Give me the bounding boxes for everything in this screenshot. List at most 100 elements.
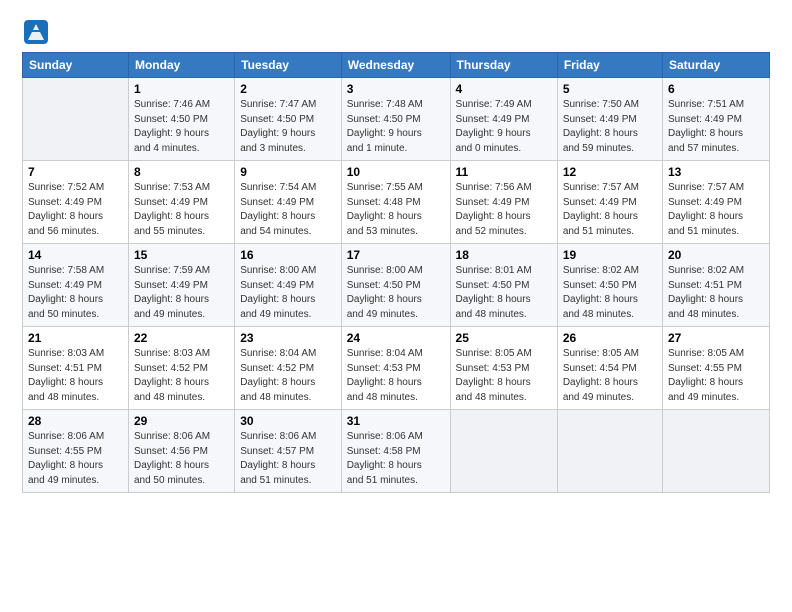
day-number: 9 [240,165,336,179]
calendar-cell: 12 Sunrise: 7:57 AMSunset: 4:49 PMDayligh… [557,161,662,244]
day-number: 28 [28,414,123,428]
day-number: 20 [668,248,764,262]
day-number: 30 [240,414,336,428]
calendar-header: SundayMondayTuesdayWednesdayThursdayFrid… [23,53,770,78]
calendar-cell: 31 Sunrise: 8:06 AMSunset: 4:58 PMDayligh… [341,410,450,493]
day-number: 18 [456,248,552,262]
calendar-cell: 18Sunrise: 8:01 AMSunset: 4:50 PMDayligh… [450,244,557,327]
day-number: 11 [456,165,552,179]
calendar-cell [450,410,557,493]
day-number: 24 [347,331,445,345]
day-detail: Sunrise: 7:57 AMSunset: 4:49 PMDaylight:… [563,181,657,239]
day-detail: Sunrise: 8:04 AMSunset: 4:52 PMDaylight:… [240,347,336,405]
day-number: 22 [134,331,229,345]
day-number: 16 [240,248,336,262]
weekday-header-saturday: Saturday [662,53,769,78]
day-detail: Sunrise: 7:51 AMSunset: 4:49 PMDaylight:… [668,98,764,156]
day-detail: Sunrise: 7:46 AMSunset: 4:50 PMDaylight:… [134,98,229,156]
day-detail: Sunrise: 8:06 AMSunset: 4:55 PMDaylight:… [28,430,123,488]
day-detail: Sunrise: 8:00 AMSunset: 4:49 PMDaylight:… [240,264,336,322]
day-detail: Sunrise: 8:06 AMSunset: 4:58 PMDaylight:… [347,430,445,488]
day-number: 23 [240,331,336,345]
weekday-header-friday: Friday [557,53,662,78]
day-number: 17 [347,248,445,262]
day-detail: Sunrise: 8:02 AMSunset: 4:51 PMDaylight:… [668,264,764,322]
calendar-page: SundayMondayTuesdayWednesdayThursdayFrid… [0,0,792,503]
day-number: 26 [563,331,657,345]
logo [22,18,54,46]
day-detail: Sunrise: 7:50 AMSunset: 4:49 PMDaylight:… [563,98,657,156]
calendar-cell [23,78,129,161]
day-number: 10 [347,165,445,179]
calendar-cell: 24Sunrise: 8:04 AMSunset: 4:53 PMDayligh… [341,327,450,410]
calendar-cell: 26 Sunrise: 8:05 AMSunset: 4:54 PMDayligh… [557,327,662,410]
day-number: 14 [28,248,123,262]
calendar-body: 1 Sunrise: 7:46 AMSunset: 4:50 PMDaylight… [23,78,770,493]
calendar-cell: 11 Sunrise: 7:56 AMSunset: 4:49 PMDayligh… [450,161,557,244]
day-detail: Sunrise: 7:52 AMSunset: 4:49 PMDaylight:… [28,181,123,239]
calendar-cell: 28 Sunrise: 8:06 AMSunset: 4:55 PMDayligh… [23,410,129,493]
day-detail: Sunrise: 8:03 AMSunset: 4:51 PMDaylight:… [28,347,123,405]
calendar-cell [557,410,662,493]
calendar-cell: 2 Sunrise: 7:47 AMSunset: 4:50 PMDaylight… [235,78,342,161]
day-number: 8 [134,165,229,179]
weekday-header-row: SundayMondayTuesdayWednesdayThursdayFrid… [23,53,770,78]
day-detail: Sunrise: 8:02 AMSunset: 4:50 PMDaylight:… [563,264,657,322]
calendar-cell: 6 Sunrise: 7:51 AMSunset: 4:49 PMDaylight… [662,78,769,161]
day-number: 21 [28,331,123,345]
week-row-1: 7 Sunrise: 7:52 AMSunset: 4:49 PMDaylight… [23,161,770,244]
day-detail: Sunrise: 7:57 AMSunset: 4:49 PMDaylight:… [668,181,764,239]
day-number: 27 [668,331,764,345]
day-detail: Sunrise: 8:05 AMSunset: 4:54 PMDaylight:… [563,347,657,405]
calendar-cell [662,410,769,493]
calendar-cell: 21 Sunrise: 8:03 AMSunset: 4:51 PMDayligh… [23,327,129,410]
calendar-cell: 8 Sunrise: 7:53 AMSunset: 4:49 PMDaylight… [128,161,234,244]
day-detail: Sunrise: 8:00 AMSunset: 4:50 PMDaylight:… [347,264,445,322]
calendar-cell: 16 Sunrise: 8:00 AMSunset: 4:49 PMDayligh… [235,244,342,327]
day-detail: Sunrise: 8:06 AMSunset: 4:57 PMDaylight:… [240,430,336,488]
week-row-2: 14 Sunrise: 7:58 AMSunset: 4:49 PMDayligh… [23,244,770,327]
day-number: 19 [563,248,657,262]
calendar-cell: 9 Sunrise: 7:54 AMSunset: 4:49 PMDaylight… [235,161,342,244]
calendar-cell: 5 Sunrise: 7:50 AMSunset: 4:49 PMDaylight… [557,78,662,161]
weekday-header-monday: Monday [128,53,234,78]
calendar-cell: 14 Sunrise: 7:58 AMSunset: 4:49 PMDayligh… [23,244,129,327]
calendar-cell: 13 Sunrise: 7:57 AMSunset: 4:49 PMDayligh… [662,161,769,244]
day-detail: Sunrise: 7:47 AMSunset: 4:50 PMDaylight:… [240,98,336,156]
weekday-header-tuesday: Tuesday [235,53,342,78]
day-number: 29 [134,414,229,428]
logo-icon [22,18,50,46]
day-number: 2 [240,82,336,96]
day-number: 15 [134,248,229,262]
day-detail: Sunrise: 7:54 AMSunset: 4:49 PMDaylight:… [240,181,336,239]
week-row-4: 28 Sunrise: 8:06 AMSunset: 4:55 PMDayligh… [23,410,770,493]
day-detail: Sunrise: 7:59 AMSunset: 4:49 PMDaylight:… [134,264,229,322]
day-number: 6 [668,82,764,96]
calendar-cell: 27Sunrise: 8:05 AMSunset: 4:55 PMDayligh… [662,327,769,410]
day-number: 7 [28,165,123,179]
calendar-cell: 10Sunrise: 7:55 AMSunset: 4:48 PMDayligh… [341,161,450,244]
calendar-cell: 1 Sunrise: 7:46 AMSunset: 4:50 PMDaylight… [128,78,234,161]
day-detail: Sunrise: 7:56 AMSunset: 4:49 PMDaylight:… [456,181,552,239]
day-number: 1 [134,82,229,96]
day-number: 5 [563,82,657,96]
day-detail: Sunrise: 8:03 AMSunset: 4:52 PMDaylight:… [134,347,229,405]
day-number: 12 [563,165,657,179]
day-number: 25 [456,331,552,345]
week-row-0: 1 Sunrise: 7:46 AMSunset: 4:50 PMDaylight… [23,78,770,161]
calendar-cell: 15 Sunrise: 7:59 AMSunset: 4:49 PMDayligh… [128,244,234,327]
day-number: 13 [668,165,764,179]
calendar-cell: 4Sunrise: 7:49 AMSunset: 4:49 PMDaylight… [450,78,557,161]
calendar-cell: 30 Sunrise: 8:06 AMSunset: 4:57 PMDayligh… [235,410,342,493]
day-detail: Sunrise: 8:06 AMSunset: 4:56 PMDaylight:… [134,430,229,488]
day-detail: Sunrise: 7:53 AMSunset: 4:49 PMDaylight:… [134,181,229,239]
week-row-3: 21 Sunrise: 8:03 AMSunset: 4:51 PMDayligh… [23,327,770,410]
calendar-cell: 22 Sunrise: 8:03 AMSunset: 4:52 PMDayligh… [128,327,234,410]
day-detail: Sunrise: 7:48 AMSunset: 4:50 PMDaylight:… [347,98,445,156]
calendar-cell: 3Sunrise: 7:48 AMSunset: 4:50 PMDaylight… [341,78,450,161]
calendar-cell: 23 Sunrise: 8:04 AMSunset: 4:52 PMDayligh… [235,327,342,410]
weekday-header-thursday: Thursday [450,53,557,78]
day-number: 31 [347,414,445,428]
header [22,18,770,46]
day-detail: Sunrise: 7:58 AMSunset: 4:49 PMDaylight:… [28,264,123,322]
